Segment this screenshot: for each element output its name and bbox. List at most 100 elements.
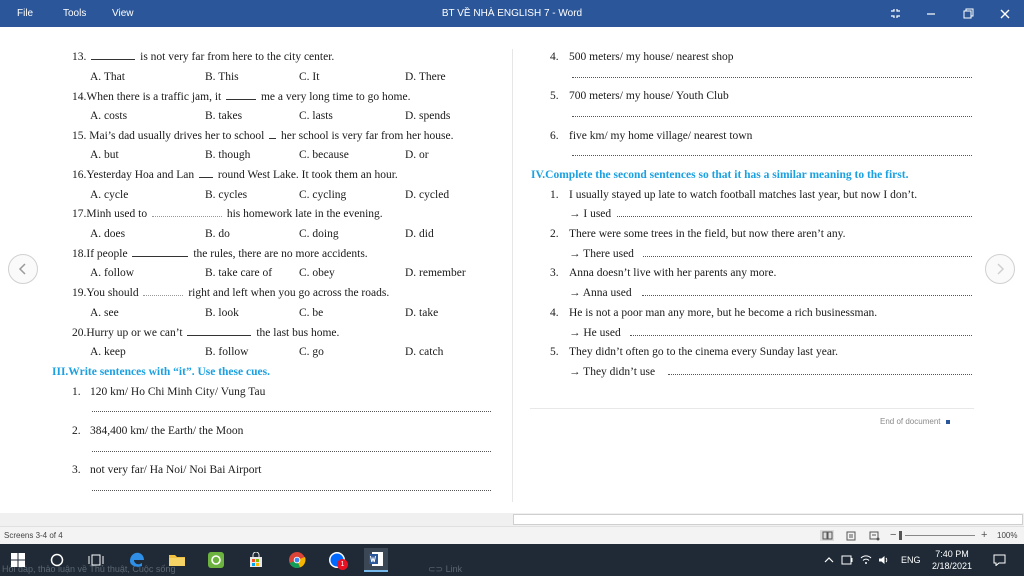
word-button[interactable] (364, 548, 388, 572)
cue-text: not very far/ Ha Noi/ Noi Bai Airport (90, 464, 262, 476)
start-button[interactable] (6, 548, 30, 572)
answer-blank (91, 49, 136, 60)
chevron-right-icon (997, 263, 1005, 275)
focus-mode-icon (890, 9, 900, 18)
speaker-icon (879, 556, 888, 564)
end-of-document-marker: End of document (880, 417, 951, 426)
zoom-in-button[interactable]: + (981, 529, 987, 541)
item-text: He is not a poor man any more, but he be… (569, 307, 878, 319)
network-button[interactable] (858, 548, 874, 572)
option-c: C. cycling (299, 189, 347, 201)
battery-button[interactable] (839, 548, 855, 572)
question-13: 13. is not very far from here to the cit… (72, 49, 335, 63)
answer-line (572, 154, 972, 156)
answer-line (572, 76, 972, 78)
zoom-level[interactable]: 100% (997, 531, 1017, 540)
horizontal-scrollbar[interactable] (0, 513, 1024, 526)
cue-number: 4. (550, 51, 559, 63)
restore-button[interactable] (950, 0, 986, 27)
close-button[interactable] (987, 0, 1023, 27)
web-layout-icon (869, 531, 879, 540)
previous-page-button[interactable] (8, 254, 38, 284)
document-title: BT VỀ NHÀ ENGLISH 7 - Word (441, 8, 583, 19)
folder-icon (169, 555, 185, 566)
web-layout-button[interactable] (867, 530, 881, 541)
word-icon (369, 552, 383, 566)
spiral-app-icon (208, 552, 224, 568)
store-button[interactable] (244, 548, 268, 572)
page-end-separator (530, 408, 974, 409)
task-view-button[interactable] (84, 548, 108, 572)
print-layout-button[interactable] (844, 530, 858, 541)
page-icon (846, 531, 856, 540)
zalo-button[interactable]: 1 (325, 548, 349, 572)
minimize-button[interactable] (913, 0, 949, 27)
answer-line (668, 373, 972, 375)
item-prompt: → Anna used (569, 287, 632, 299)
option-a: A. cycle (90, 189, 129, 201)
option-c: C. It (299, 71, 320, 83)
clock-time: 7:40 PM (935, 549, 969, 559)
answer-blank (132, 246, 189, 257)
next-page-button[interactable] (985, 254, 1015, 284)
status-bar: Screens 3-4 of 4 − + 100% (0, 526, 1024, 544)
zoom-out-button[interactable]: − (890, 529, 896, 541)
item-text: Anna doesn’t live with her parents any m… (569, 267, 777, 279)
edge-browser-button[interactable] (125, 548, 149, 572)
option-c: C. doing (299, 228, 339, 240)
zoom-slider[interactable] (905, 535, 975, 536)
option-d: D. remember (405, 267, 466, 279)
title-bar: File Tools View BT VỀ NHÀ ENGLISH 7 - Wo… (0, 0, 1024, 27)
background-link: ⊂⊃ Link (428, 564, 463, 574)
book-icon (822, 531, 832, 540)
item-number: 1. (550, 189, 559, 201)
cue-number: 3. (72, 464, 81, 476)
option-b: B. though (205, 149, 251, 161)
scroll-thumb[interactable] (513, 514, 1023, 525)
answer-blank (226, 89, 257, 100)
page-counter: Screens 3-4 of 4 (4, 531, 63, 540)
option-b: B. take care of (205, 267, 273, 279)
zoom-slider-thumb[interactable] (899, 531, 902, 540)
option-d: D. cycled (405, 189, 450, 201)
input-language[interactable]: ENG (901, 544, 921, 576)
taskbar: Hỏi đáp, thảo luận về Thủ thuật, Cuộc số… (0, 544, 1024, 576)
chrome-icon (289, 552, 306, 568)
option-a: A. see (90, 307, 119, 319)
option-a: A. costs (90, 110, 128, 122)
item-number: 4. (550, 307, 559, 319)
question-17: 17.Minh used to his homework late in the… (72, 208, 383, 220)
answer-blank (143, 285, 184, 296)
question-18: 18.If people the rules, there are no mor… (72, 246, 368, 260)
item-prompt: → There used (569, 248, 634, 260)
answer-line (92, 410, 491, 412)
cue-text: five km/ my home village/ nearest town (569, 130, 753, 142)
answer-line (572, 115, 972, 117)
option-a: A. That (90, 71, 125, 83)
section-3-heading: III.Write sentences with “it”. Use these… (52, 366, 270, 378)
search-button[interactable] (45, 548, 69, 572)
answer-line (92, 450, 491, 452)
item-number: 3. (550, 267, 559, 279)
question-20: 20.Hurry up or we can’t the last bus hom… (72, 327, 340, 339)
item-number: 5. (550, 346, 559, 358)
action-center-button[interactable] (990, 548, 1008, 572)
clock[interactable]: 7:40 PM 2/18/2021 (922, 548, 982, 572)
show-hidden-icons-button[interactable] (821, 548, 837, 572)
cue-text: 384,400 km/ the Earth/ the Moon (90, 425, 244, 437)
cue-text: 500 meters/ my house/ nearest shop (569, 51, 734, 63)
option-b: B. cycles (205, 189, 248, 201)
app-green-button[interactable] (204, 548, 228, 572)
read-mode-button[interactable] (820, 530, 834, 541)
chrome-button[interactable] (285, 548, 309, 572)
cue-text: 700 meters/ my house/ Youth Club (569, 90, 729, 102)
option-b: B. look (205, 307, 239, 319)
item-prompt: → He used (569, 327, 621, 339)
file-explorer-button[interactable] (165, 548, 189, 572)
focus-mode-button[interactable] (877, 0, 913, 27)
document-area[interactable]: 13. is not very far from here to the cit… (0, 27, 1024, 513)
volume-button[interactable] (876, 548, 892, 572)
option-c: C. go (299, 346, 324, 358)
restore-icon (963, 8, 973, 19)
page-divider (512, 49, 513, 502)
